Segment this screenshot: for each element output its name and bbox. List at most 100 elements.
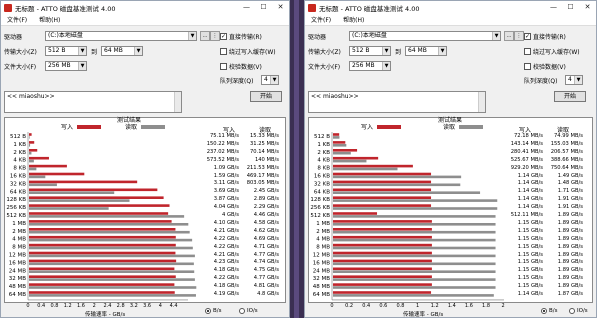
file-size-select[interactable]: 256 MB ▼ bbox=[45, 61, 87, 71]
legend-read: 读取 bbox=[443, 122, 484, 131]
verify-data-option[interactable]: 校验数据(V) bbox=[524, 62, 566, 71]
close-icon[interactable]: ✕ bbox=[579, 1, 596, 14]
read-value: 1.89 GB/s bbox=[557, 251, 583, 258]
value-row: 75.11 MB/s 15.33 MB/s bbox=[199, 133, 279, 139]
write-bar bbox=[333, 204, 432, 207]
transfer-from-select[interactable]: 512 B ▼ bbox=[349, 46, 391, 56]
queue-depth-select[interactable]: 4 ▼ bbox=[261, 75, 279, 85]
x-tick-label: 1.2 bbox=[431, 303, 439, 309]
units-io-radio[interactable]: IO/s bbox=[569, 308, 588, 314]
menu-help[interactable]: 帮助(H) bbox=[337, 15, 370, 24]
drive-select[interactable]: (C:)本地磁盘 ▼ bbox=[349, 31, 501, 41]
write-value: 1.15 GB/s bbox=[517, 275, 543, 282]
legend-read-label: 读取 bbox=[443, 124, 456, 131]
read-bar bbox=[333, 278, 496, 281]
value-row: 3.87 GB/s 2.89 GB/s bbox=[199, 196, 279, 202]
description-box[interactable]: << miaoshu>> bbox=[4, 91, 182, 113]
read-value: 74.99 MB/s bbox=[554, 133, 583, 139]
read-bar bbox=[29, 278, 195, 281]
radio-selected-icon[interactable] bbox=[205, 308, 211, 314]
value-row: 1.14 GB/s 1.48 GB/s bbox=[503, 180, 583, 186]
x-tick-label: 0.4 bbox=[362, 303, 370, 309]
read-value: 1.89 GB/s bbox=[557, 283, 583, 290]
units-bytes-radio[interactable]: B/s bbox=[541, 308, 558, 314]
queue-depth-select[interactable]: 4 ▼ bbox=[565, 75, 583, 85]
drive-browse-button[interactable]: ⋮ bbox=[514, 31, 524, 41]
minimize-icon[interactable]: — bbox=[545, 1, 562, 14]
read-value: 2.45 GB/s bbox=[253, 188, 279, 195]
description-scrollbar[interactable] bbox=[478, 92, 485, 112]
write-bar bbox=[333, 196, 432, 199]
transfer-to-select[interactable]: 64 MB ▼ bbox=[101, 46, 143, 56]
file-size-select[interactable]: 256 MB ▼ bbox=[349, 61, 391, 71]
verify-data-option-checkbox[interactable] bbox=[524, 63, 531, 70]
units-bytes-radio[interactable]: B/s bbox=[205, 308, 222, 314]
transfer-to-label: 到 bbox=[395, 49, 402, 56]
bypass-write-cache-option[interactable]: 绕过写入缓存(W) bbox=[524, 47, 580, 56]
units-bytes-label: B/s bbox=[213, 308, 222, 314]
read-bar bbox=[333, 136, 340, 139]
menu-bar: 文件(F) 帮助(H) bbox=[305, 14, 596, 26]
drive-refresh-button[interactable]: … bbox=[200, 31, 210, 41]
write-bar bbox=[29, 196, 164, 199]
write-value: 4.21 GB/s bbox=[213, 251, 239, 258]
read-value: 4.71 GB/s bbox=[253, 243, 279, 250]
radio-selected-icon[interactable] bbox=[541, 308, 547, 314]
maximize-icon[interactable]: ☐ bbox=[255, 1, 272, 14]
read-bar bbox=[29, 286, 197, 289]
category-label: 2 MB bbox=[316, 229, 330, 235]
radio-empty-icon[interactable] bbox=[569, 308, 575, 314]
direct-io-option[interactable]: ✓ 直接传输(R) bbox=[220, 32, 262, 41]
start-button[interactable]: 开始 bbox=[554, 91, 586, 102]
bypass-write-cache-option[interactable]: 绕过写入缓存(W) bbox=[220, 47, 276, 56]
menu-file[interactable]: 文件(F) bbox=[1, 15, 33, 24]
start-button[interactable]: 开始 bbox=[250, 91, 282, 102]
value-row: 3.69 GB/s 2.45 GB/s bbox=[199, 188, 279, 194]
drive-refresh-button[interactable]: … bbox=[504, 31, 514, 41]
direct-io-option-checkbox[interactable]: ✓ bbox=[524, 33, 531, 40]
description-scrollbar[interactable] bbox=[174, 92, 181, 112]
read-bar bbox=[29, 191, 115, 194]
drive-browse-button[interactable]: ⋮ bbox=[210, 31, 220, 41]
write-bar bbox=[29, 259, 177, 263]
value-row: 1.14 GB/s 1.91 GB/s bbox=[503, 204, 583, 210]
x-tick-label: 1.6 bbox=[465, 303, 473, 309]
category-label: 512 B bbox=[314, 134, 330, 140]
chevron-down-icon: ▼ bbox=[574, 76, 582, 84]
legend-write-label: 写入 bbox=[361, 124, 374, 131]
read-value: 140 MB/s bbox=[254, 156, 279, 163]
chevron-down-icon: ▼ bbox=[78, 62, 86, 70]
bypass-write-cache-option-checkbox[interactable] bbox=[220, 48, 227, 55]
write-bar bbox=[333, 275, 432, 278]
write-bar bbox=[333, 180, 432, 184]
direct-io-option-checkbox[interactable]: ✓ bbox=[220, 33, 227, 40]
verify-data-option-label: 校验数据(V) bbox=[229, 64, 262, 71]
bypass-write-cache-option-checkbox[interactable] bbox=[524, 48, 531, 55]
write-bar bbox=[333, 156, 379, 160]
value-row: 1.15 GB/s 1.89 GB/s bbox=[503, 283, 583, 289]
units-io-radio[interactable]: IO/s bbox=[239, 308, 258, 314]
read-bar bbox=[333, 215, 496, 218]
close-icon[interactable]: ✕ bbox=[272, 1, 289, 14]
verify-data-option[interactable]: 校验数据(V) bbox=[220, 62, 262, 71]
transfer-to-select[interactable]: 64 MB ▼ bbox=[405, 46, 447, 56]
direct-io-option[interactable]: ✓ 直接传输(R) bbox=[524, 32, 566, 41]
menu-help[interactable]: 帮助(H) bbox=[33, 15, 66, 24]
drive-select-value: (C:)本地磁盘 bbox=[352, 32, 387, 39]
direct-io-option-label: 直接传输(R) bbox=[533, 34, 566, 41]
write-value: 525.67 MB/s bbox=[510, 156, 543, 163]
minimize-icon[interactable]: — bbox=[238, 1, 255, 14]
menu-file[interactable]: 文件(F) bbox=[305, 15, 337, 24]
write-bar bbox=[29, 133, 32, 136]
write-bar bbox=[29, 164, 67, 168]
radio-empty-icon[interactable] bbox=[239, 308, 245, 314]
drive-select[interactable]: (C:)本地磁盘 ▼ bbox=[45, 31, 197, 41]
maximize-icon[interactable]: ☐ bbox=[562, 1, 579, 14]
description-box[interactable]: << miaoshu>> bbox=[308, 91, 486, 113]
write-value: 4.10 GB/s bbox=[213, 219, 239, 226]
write-bar bbox=[29, 267, 175, 271]
transfer-from-select[interactable]: 512 B ▼ bbox=[45, 46, 87, 56]
category-label: 24 MB bbox=[313, 268, 330, 274]
read-bar bbox=[333, 230, 496, 234]
verify-data-option-checkbox[interactable] bbox=[220, 63, 227, 70]
